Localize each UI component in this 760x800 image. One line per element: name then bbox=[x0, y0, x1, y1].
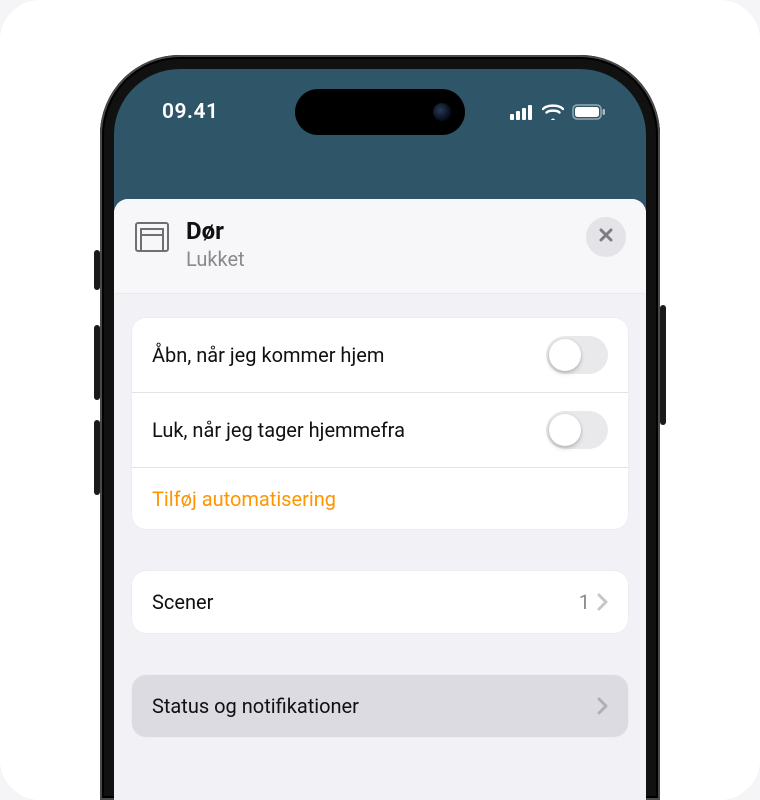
status-icons bbox=[510, 98, 606, 120]
accessory-title: Dør bbox=[186, 217, 570, 245]
status-time: 09.41 bbox=[162, 94, 282, 124]
dynamic-island bbox=[295, 89, 465, 135]
scenes-row[interactable]: Scener 1 bbox=[132, 571, 628, 633]
automation-row-close-leave[interactable]: Luk, når jeg tager hjemmefra bbox=[132, 392, 628, 467]
settings-sheet: Dør Lukket Åbn, når jeg bbox=[114, 199, 646, 800]
scenes-count: 1 bbox=[579, 590, 590, 614]
chevron-right-icon bbox=[596, 593, 608, 611]
row-label: Tilføj automatisering bbox=[152, 487, 608, 511]
garage-door-icon bbox=[134, 219, 170, 255]
sheet-body: Åbn, når jeg kommer hjem Luk, når jeg ta… bbox=[114, 294, 646, 737]
toggle-open-arrive[interactable] bbox=[546, 336, 608, 374]
phone-frame: 09.41 bbox=[100, 55, 660, 800]
sheet-header: Dør Lukket bbox=[114, 199, 646, 294]
phone-side-button bbox=[660, 305, 666, 425]
close-button[interactable] bbox=[586, 217, 626, 257]
phone-side-button bbox=[94, 250, 100, 290]
canvas: 09.41 bbox=[0, 0, 760, 800]
battery-icon bbox=[572, 104, 606, 120]
header-titles: Dør Lukket bbox=[186, 217, 570, 271]
row-label: Luk, når jeg tager hjemmefra bbox=[152, 418, 546, 442]
close-icon bbox=[598, 227, 614, 247]
phone-side-button bbox=[94, 325, 100, 400]
row-label: Scener bbox=[152, 590, 579, 614]
toggle-close-leave[interactable] bbox=[546, 411, 608, 449]
phone-screen: 09.41 bbox=[114, 69, 646, 800]
chevron-right-icon bbox=[596, 697, 608, 715]
accessory-status: Lukket bbox=[186, 247, 570, 271]
status-notifications-card: Status og notifikationer bbox=[132, 675, 628, 737]
front-camera bbox=[433, 103, 451, 121]
add-automation-button[interactable]: Tilføj automatisering bbox=[132, 467, 628, 529]
cellular-icon bbox=[510, 104, 534, 120]
row-label: Status og notifikationer bbox=[152, 694, 596, 718]
automations-card: Åbn, når jeg kommer hjem Luk, når jeg ta… bbox=[132, 318, 628, 529]
phone-side-button bbox=[94, 420, 100, 495]
row-label: Åbn, når jeg kommer hjem bbox=[152, 343, 546, 367]
status-notifications-row[interactable]: Status og notifikationer bbox=[132, 675, 628, 737]
wifi-icon bbox=[542, 104, 564, 120]
automation-row-open-arrive[interactable]: Åbn, når jeg kommer hjem bbox=[132, 318, 628, 392]
scenes-card: Scener 1 bbox=[132, 571, 628, 633]
